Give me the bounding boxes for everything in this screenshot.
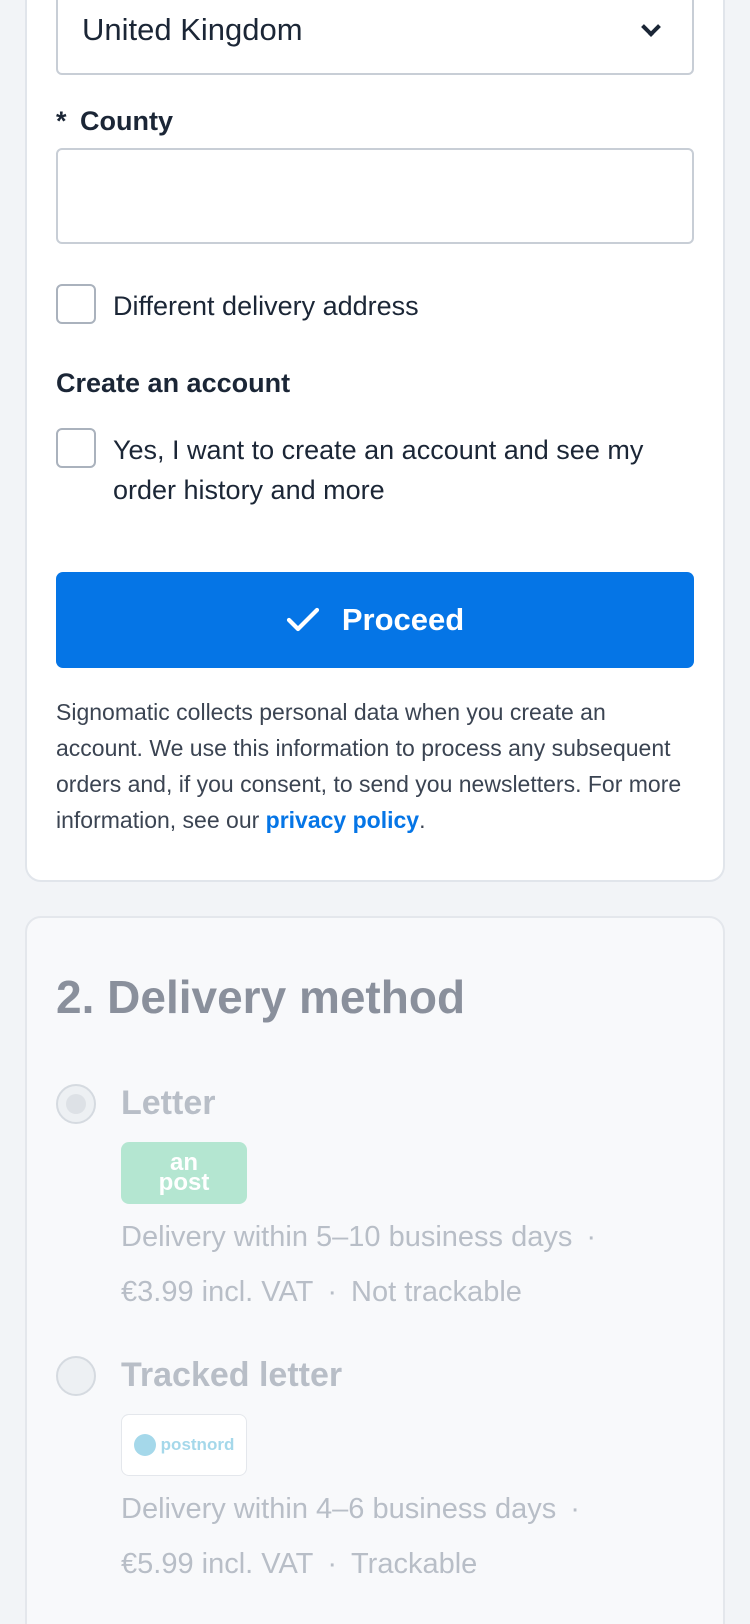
county-label-text: County <box>80 106 174 136</box>
tracked-letter-price: €5.99 incl. VAT <box>121 1548 314 1580</box>
create-account-label[interactable]: Yes, I want to create an account and see… <box>113 430 643 510</box>
create-account-heading: Create an account <box>56 368 291 398</box>
tracked-letter-delivery-time-text: Delivery within 4–6 business days <box>121 1493 557 1525</box>
checkmark-icon <box>286 607 319 632</box>
tracked-letter-delivery-time: Delivery within 4–6 business days · <box>121 1489 594 1529</box>
create-account-label-line1: Yes, I want to create an account and see… <box>113 435 644 465</box>
delivery-method-heading: 2. Delivery method <box>56 971 466 1023</box>
letter-price-row: €3.99 incl. VAT · Not trackable <box>121 1272 522 1312</box>
tracked-letter-tracking: Trackable <box>351 1548 478 1580</box>
county-input[interactable] <box>56 148 694 244</box>
separator: · <box>586 1221 597 1253</box>
create-account-checkbox[interactable] <box>56 428 96 468</box>
chevron-down-icon <box>641 17 661 37</box>
letter-radio[interactable] <box>56 1084 96 1124</box>
postnord-logo-text: postnord <box>160 1435 235 1454</box>
letter-method-name[interactable]: Letter <box>121 1084 215 1123</box>
postnord-mark-icon <box>133 1434 156 1456</box>
separator: · <box>327 1548 338 1580</box>
country-select[interactable]: United Kingdom <box>56 0 694 75</box>
privacy-notice-end: . <box>419 807 426 833</box>
proceed-label: Proceed <box>341 602 465 637</box>
tracked-letter-method-name[interactable]: Tracked letter <box>121 1356 342 1395</box>
letter-price: €3.99 incl. VAT <box>121 1276 314 1308</box>
create-account-label-line2: order history and more <box>113 475 385 505</box>
letter-tracking: Not trackable <box>351 1276 522 1308</box>
anpost-logo: an post <box>121 1142 247 1204</box>
country-select-value: United Kingdom <box>82 12 303 47</box>
privacy-policy-link[interactable]: privacy policy <box>266 807 419 833</box>
anpost-logo-line2: post <box>158 1169 210 1196</box>
separator: · <box>570 1493 580 1525</box>
letter-delivery-time-text: Delivery within 5–10 business days <box>121 1221 573 1253</box>
different-delivery-label[interactable]: Different delivery address <box>113 286 419 326</box>
privacy-notice: Signomatic collects personal data when y… <box>56 694 696 838</box>
required-asterisk: * <box>56 106 67 136</box>
letter-delivery-time: Delivery within 5–10 business days · <box>121 1217 610 1257</box>
separator: · <box>327 1276 338 1308</box>
county-label: * County <box>56 106 173 137</box>
tracked-letter-price-row: €5.99 incl. VAT · Trackable <box>121 1544 477 1584</box>
postnord-logo: postnord <box>121 1414 247 1476</box>
proceed-button[interactable]: Proceed <box>56 572 694 668</box>
tracked-letter-radio[interactable] <box>56 1356 96 1396</box>
different-delivery-checkbox[interactable] <box>56 284 96 324</box>
